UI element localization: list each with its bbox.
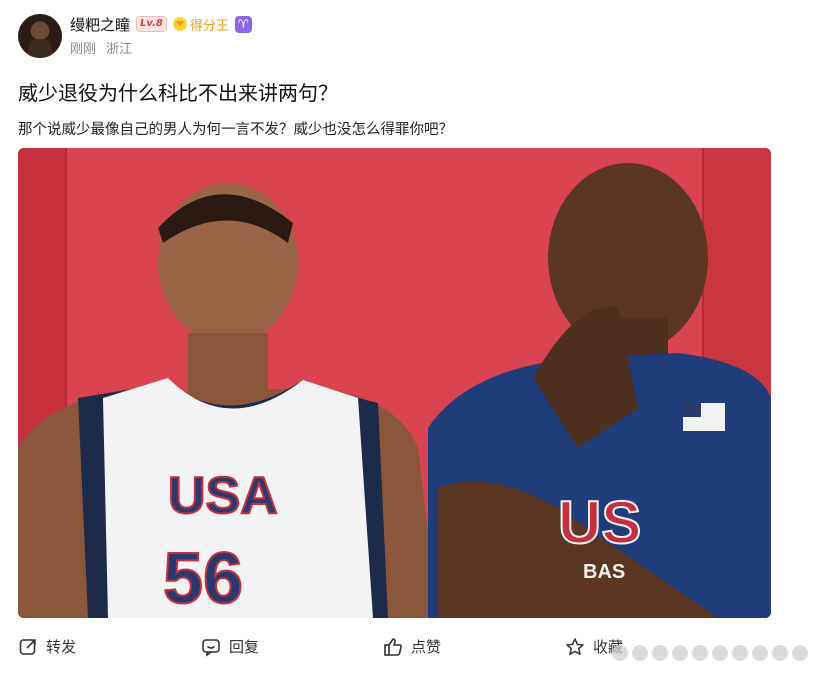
left-jersey-number: 56 [163, 539, 243, 618]
reply-label: 回复 [229, 638, 260, 656]
share-icon [18, 637, 38, 657]
title-badge[interactable]: 得分王 [172, 15, 229, 34]
author-name[interactable]: 缦粑之瞳 [70, 14, 130, 35]
zodiac-icon: ♈ [234, 15, 252, 33]
right-jersey-subtext: BAS [583, 561, 625, 583]
post-header: 缦粑之瞳 Lv.8 得分王 ♈ 刚刚 浙江 [18, 14, 252, 60]
left-jersey-text: USA [168, 467, 278, 525]
like-label: 点赞 [411, 638, 442, 656]
repost-label: 转发 [46, 638, 77, 656]
like-button[interactable]: 点赞 [383, 636, 441, 657]
post-body: 那个说威少最像自己的男人为何一言不发？威少也没怎么得罪你吧？ [18, 122, 453, 138]
post-location: 浙江 [106, 42, 133, 57]
reply-button[interactable]: 回复 [201, 636, 259, 657]
avatar[interactable] [18, 14, 62, 58]
right-jersey-text: US [558, 489, 641, 556]
title-badge-label: 得分王 [189, 18, 229, 34]
watermark [612, 644, 812, 662]
post-image[interactable]: USA 56 US BAS [18, 148, 771, 618]
thumb-up-icon [383, 637, 403, 657]
author-meta: 缦粑之瞳 Lv.8 得分王 ♈ 刚刚 浙江 [70, 14, 252, 57]
level-badge: Lv.8 [136, 16, 167, 32]
photo-illustration: USA 56 US BAS [18, 148, 771, 618]
post-time: 刚刚 [70, 42, 97, 57]
comment-icon [201, 637, 221, 657]
post-title: 威少退役为什么科比不出来讲两句？ [18, 81, 338, 105]
repost-button[interactable]: 转发 [18, 636, 76, 657]
star-icon [565, 637, 585, 657]
diamond-icon [172, 17, 187, 31]
